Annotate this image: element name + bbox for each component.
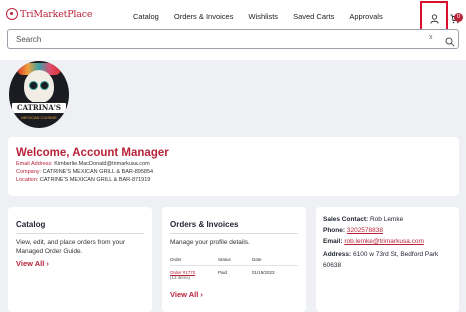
column-header-status: Status [218,257,231,262]
location-line: Location: CATRINE'S MEXICAN GRILL & BAR-… [16,177,150,183]
nav-wishlists[interactable]: Wishlists [248,12,278,21]
orders-view-all-link[interactable]: View All › [170,290,203,299]
address-line: Address: 6100 w 73rd St, Bedford Park 60… [323,249,455,271]
orders-card-title: Orders & Invoices [170,220,239,229]
account-icon [429,14,439,24]
email-label: Email Address: [16,161,53,167]
divider [16,233,144,234]
logo-eye-right [40,81,49,90]
company-value: CATRINE'S MEXICAN GRILL & BAR-895854 [42,169,154,175]
brand-logo[interactable]: TriMarketPlace [6,8,92,20]
welcome-title: Welcome, Account Manager [16,147,169,159]
customer-logo: CATRINA'S MEXICAN CUISINE [9,61,69,128]
phone-line: Phone: 3202578838 [323,227,383,234]
brand-mark-icon [6,8,18,20]
search-input[interactable] [16,33,416,45]
sales-contact-line: Sales Contact: Rob Lemke [323,216,403,223]
search-button[interactable] [445,34,455,52]
search-icon [445,37,455,47]
phone-label: Phone: [323,227,346,234]
main-nav: Catalog Orders & Invoices Wishlists Save… [133,12,398,21]
orders-table-header: Order Status Date [170,257,298,266]
logo-eye-left [29,81,38,90]
location-value: CATRINE'S MEXICAN GRILL & BAR-871919 [39,177,151,183]
clear-icon[interactable]: x [429,34,433,41]
nav-catalog[interactable]: Catalog [133,12,159,21]
column-header-date: Date [252,257,262,262]
company-line: Company: CATRINE'S MEXICAN GRILL & BAR-8… [16,169,153,175]
order-cell: Order #1770 (13 items) [170,270,218,280]
orders-card-description: Manage your profile details. [170,239,250,246]
sales-contact-label: Sales Contact: [323,216,369,223]
catalog-view-all-link[interactable]: View All › [16,259,49,268]
customer-logo-name: CATRINA'S [11,102,67,114]
catalog-card: Catalog View, edit, and place orders fro… [8,207,152,312]
email-line: Email Address: Kimberlie.MacDonald@trima… [16,161,150,167]
top-header: TriMarketPlace Catalog Orders & Invoices… [0,0,466,60]
contact-email-label: Email: [323,238,343,245]
orders-table: Order Status Date Order #1770 (13 items)… [170,257,298,280]
sales-contact-card: Sales Contact: Rob Lemke Phone: 32025788… [316,207,459,312]
catalog-card-title: Catalog [16,220,46,229]
order-status: Paid [218,270,228,275]
email-value: Kimberlie.MacDonald@trimarkusa.com [54,161,150,167]
brand-name: TriMarketPlace [20,8,93,20]
sales-contact-value: Rob Lemke [369,216,404,223]
location-label: Location: [16,177,39,183]
welcome-card: Welcome, Account Manager Email Address: … [8,137,459,196]
nav-saved-carts[interactable]: Saved Carts [293,12,334,21]
order-date: 01/19/2023 [252,270,275,275]
phone-link[interactable]: 3202578838 [347,227,383,234]
table-row: Order #1770 (13 items) Paid 01/19/2023 [170,266,298,280]
nav-approvals[interactable]: Approvals [349,12,382,21]
column-header-order: Order [170,257,182,262]
divider [170,233,298,234]
search-bar: x [7,29,459,49]
customer-logo-subtitle: MEXICAN CUISINE [21,115,57,120]
catalog-card-description: View, edit, and place orders from your M… [16,239,125,255]
nav-orders-invoices[interactable]: Orders & Invoices [174,12,234,21]
orders-card: Orders & Invoices Manage your profile de… [162,207,306,312]
order-items-count: (13 items) [170,275,191,280]
company-label: Company: [16,169,42,175]
cart-count-badge: 0 [454,13,463,22]
contact-email-line: Email: rob.lemke@trimarkusa.com [323,238,424,245]
address-label: Address: [323,251,352,258]
contact-email-link[interactable]: rob.lemke@trimarkusa.com [344,238,424,245]
